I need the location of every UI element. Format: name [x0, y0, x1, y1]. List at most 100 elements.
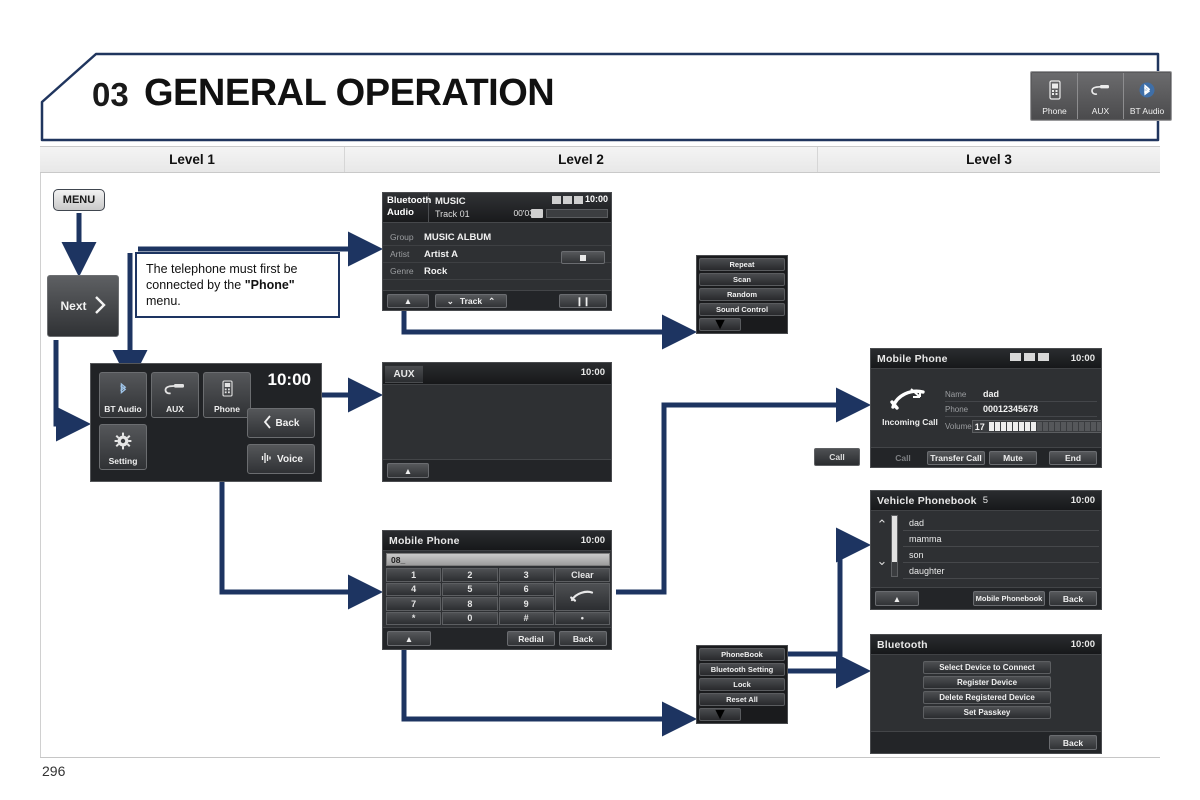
dialpad-redial-button[interactable]: Redial: [507, 631, 555, 646]
phone-option-bluetooth-setting[interactable]: Bluetooth Setting: [699, 663, 785, 676]
bt-audio-track-label: Track: [460, 296, 482, 306]
bt-audio-clock-text: 10:00: [585, 194, 608, 204]
list-item[interactable]: dad: [903, 515, 1099, 531]
dialpad-key-1[interactable]: 1: [386, 568, 441, 582]
incoming-call-volume-row: Volume 17: [945, 419, 1097, 434]
dialpad-key-9[interactable]: 9: [499, 597, 554, 611]
phone-popup-more-button[interactable]: ▼: [699, 708, 741, 721]
audio-option-sound-control[interactable]: Sound Control: [699, 303, 785, 316]
incoming-call-name-value: dad: [983, 389, 999, 399]
audio-popup-more-button[interactable]: ▼: [699, 318, 741, 331]
aux-up-button[interactable]: ▲: [387, 463, 429, 478]
gear-icon: [114, 425, 132, 456]
volume-segment: [1031, 422, 1036, 431]
bt-audio-track-button[interactable]: ⌄ Track ⌃: [435, 294, 507, 308]
dialpad-up-button[interactable]: ▲: [387, 631, 431, 646]
bluetooth-set-passkey-button[interactable]: Set Passkey: [923, 706, 1051, 719]
phone-option-reset-all[interactable]: Reset All: [699, 693, 785, 706]
bt-audio-field-artist-key: Artist: [390, 249, 424, 259]
dialpad-key-3[interactable]: 3: [499, 568, 554, 582]
phone-option-lock[interactable]: Lock: [699, 678, 785, 691]
dialpad-key-star[interactable]: *: [386, 612, 441, 626]
header-mode-phone[interactable]: Phone: [1032, 73, 1078, 119]
status-icon-3: [574, 196, 583, 204]
status-icon-2: [563, 196, 572, 204]
volume-segment: [1025, 422, 1030, 431]
bluetooth-settings-back-button[interactable]: Back: [1049, 735, 1097, 750]
header-mode-bt-audio[interactable]: BT Audio: [1124, 73, 1170, 119]
phonebook-scroll-thumb[interactable]: [892, 516, 897, 562]
bt-audio-up-button[interactable]: ▲: [387, 294, 429, 308]
page-title: GENERAL OPERATION: [144, 72, 554, 115]
dialpad-clear-button[interactable]: Clear: [555, 568, 610, 582]
bt-audio-stop-button[interactable]: [561, 251, 605, 264]
bluetooth-register-device-button[interactable]: Register Device: [923, 676, 1051, 689]
header-mode-aux[interactable]: AUX: [1078, 73, 1124, 119]
phonebook-scroll-up-button[interactable]: ⌃: [875, 517, 889, 533]
dialpad-key-2[interactable]: 2: [442, 568, 497, 582]
play-state-icon: [531, 209, 543, 218]
bt-audio-field-artist-value: Artist A: [424, 249, 458, 260]
bluetooth-select-device-button[interactable]: Select Device to Connect: [923, 661, 1051, 674]
bluetooth-delete-device-button[interactable]: Delete Registered Device: [923, 691, 1051, 704]
dialpad-number-input[interactable]: 08_: [386, 553, 610, 566]
incoming-call-status-icons: [1010, 353, 1049, 361]
mobile-phone-dialpad-screen: Mobile Phone 10:00 08_ 1 2 3 Clear 4 5 6…: [382, 530, 612, 650]
phonebook-title: Vehicle Phonebook: [877, 495, 977, 507]
dialpad-key-4[interactable]: 4: [386, 583, 441, 597]
volume-segment: [1091, 422, 1096, 431]
audio-option-repeat[interactable]: Repeat: [699, 258, 785, 271]
phonebook-scrollbar[interactable]: [891, 515, 898, 577]
dialpad-back-button[interactable]: Back: [559, 631, 607, 646]
phonebook-mobile-phonebook-button[interactable]: Mobile Phonebook: [973, 591, 1045, 606]
vehicle-phonebook-screen: Vehicle Phonebook 5 10:00 ⌃ ⌄ dad mamma …: [870, 490, 1102, 610]
bluetooth-settings-list: Select Device to Connect Register Device…: [923, 661, 1051, 719]
phone-option-phonebook[interactable]: PhoneBook: [699, 648, 785, 661]
incoming-call-details: Name dad Phone 00012345678 Volume 17: [945, 387, 1097, 434]
incoming-call-end-button[interactable]: End: [1049, 451, 1097, 465]
dialpad-key-extra[interactable]: •: [555, 612, 610, 626]
audio-option-random[interactable]: Random: [699, 288, 785, 301]
standalone-call-button[interactable]: Call: [814, 448, 860, 466]
dialpad-call-button[interactable]: [555, 583, 610, 611]
dialpad-key-7[interactable]: 7: [386, 597, 441, 611]
incoming-call-volume-key: Volume: [945, 422, 972, 431]
volume-segment: [1055, 422, 1060, 431]
phonebook-up-button[interactable]: ▲: [875, 591, 919, 606]
phonebook-list: dad mamma son daughter: [903, 515, 1099, 579]
incoming-call-phone-row: Phone 00012345678: [945, 402, 1097, 417]
volume-segment: [1067, 422, 1072, 431]
dialpad-key-8[interactable]: 8: [442, 597, 497, 611]
list-item[interactable]: son: [903, 547, 1099, 563]
volume-slider[interactable]: 17: [972, 420, 1102, 433]
next-button[interactable]: Next: [47, 275, 119, 337]
list-item[interactable]: daughter: [903, 563, 1099, 579]
home-back-button[interactable]: Back: [247, 408, 315, 438]
phonebook-scroll-down-button[interactable]: ⌄: [875, 553, 889, 569]
home-tile-aux[interactable]: AUX: [151, 372, 199, 418]
incoming-call-clock: 10:00: [1071, 353, 1095, 364]
home-tile-phone[interactable]: Phone: [203, 372, 251, 418]
dialpad-key-hash[interactable]: #: [499, 612, 554, 626]
incoming-call-transfer-button[interactable]: Transfer Call: [927, 451, 985, 465]
aux-screen: 10:00 AUX ▲: [382, 362, 612, 482]
home-tile-bt-audio-label: BT Audio: [104, 404, 141, 414]
phone-handset-icon: [220, 373, 235, 404]
incoming-call-mute-button[interactable]: Mute: [989, 451, 1037, 465]
home-tile-bt-audio[interactable]: BT Audio: [99, 372, 147, 418]
header-mode-phone-label: Phone: [1042, 106, 1067, 116]
bt-audio-field-group-key: Group: [390, 232, 424, 242]
home-voice-button[interactable]: Voice: [247, 444, 315, 474]
home-tile-setting[interactable]: Setting: [99, 424, 147, 470]
dialpad-key-0[interactable]: 0: [442, 612, 497, 626]
list-item[interactable]: mamma: [903, 531, 1099, 547]
dialpad-key-5[interactable]: 5: [442, 583, 497, 597]
home-menu-screen: 10:00 BT Audio AUX: [90, 363, 322, 482]
bt-audio-pause-button[interactable]: ❙❙: [559, 294, 607, 308]
phonebook-back-button[interactable]: Back: [1049, 591, 1097, 606]
audio-option-scan[interactable]: Scan: [699, 273, 785, 286]
dialpad-key-6[interactable]: 6: [499, 583, 554, 597]
menu-button[interactable]: MENU: [53, 189, 105, 211]
incoming-call-name-row: Name dad: [945, 387, 1097, 402]
audio-options-popup: Repeat Scan Random Sound Control ▼: [696, 255, 788, 334]
